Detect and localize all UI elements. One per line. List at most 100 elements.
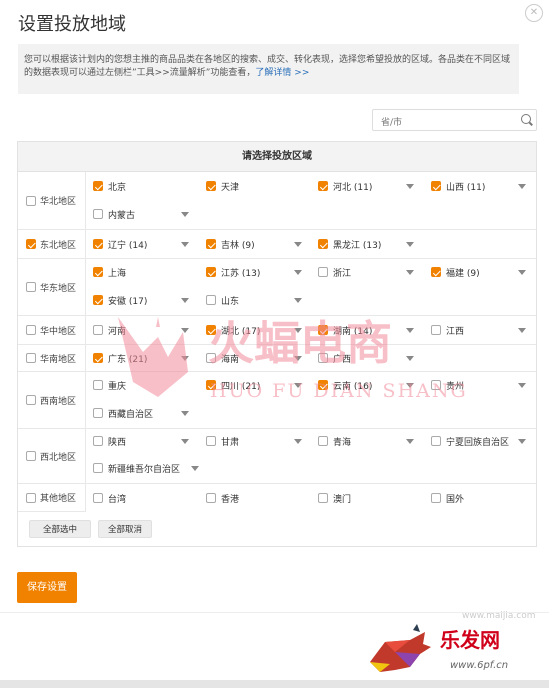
province-checkbox[interactable] (206, 325, 216, 335)
province-checkbox[interactable] (318, 267, 328, 277)
province-checkbox[interactable] (318, 493, 328, 503)
chevron-down-icon[interactable] (518, 383, 526, 388)
chevron-down-icon[interactable] (181, 298, 189, 303)
province-item[interactable]: 河北 (11) (318, 178, 423, 194)
province-item[interactable]: 云南 (16) (318, 377, 423, 393)
province-item[interactable]: 青海 (318, 433, 423, 449)
province-item[interactable]: 四川 (21) (206, 377, 311, 393)
province-checkbox[interactable] (318, 181, 328, 191)
chevron-down-icon[interactable] (294, 383, 302, 388)
province-item[interactable]: 湖南 (14) (318, 322, 423, 338)
region-checkbox[interactable] (26, 451, 36, 461)
province-item[interactable]: 重庆 (93, 377, 198, 393)
chevron-down-icon[interactable] (406, 356, 414, 361)
region-northeast[interactable]: 东北地区 (18, 230, 86, 258)
chevron-down-icon[interactable] (294, 356, 302, 361)
chevron-down-icon[interactable] (181, 242, 189, 247)
province-item[interactable]: 浙江 (318, 264, 423, 280)
province-checkbox[interactable] (431, 325, 441, 335)
province-checkbox[interactable] (206, 353, 216, 363)
chevron-down-icon[interactable] (181, 328, 189, 333)
province-checkbox[interactable] (93, 380, 103, 390)
province-item[interactable]: 北京 (93, 178, 198, 194)
province-checkbox[interactable] (206, 295, 216, 305)
region-north-china[interactable]: 华北地区 (18, 172, 86, 229)
province-checkbox[interactable] (206, 239, 216, 249)
province-item[interactable]: 安徽 (17) (93, 292, 198, 308)
search-icon[interactable] (521, 114, 531, 124)
chevron-down-icon[interactable] (518, 328, 526, 333)
region-other[interactable]: 其他地区 (18, 484, 86, 512)
province-item[interactable]: 贵州 (431, 377, 536, 393)
province-checkbox[interactable] (206, 493, 216, 503)
region-south-china[interactable]: 华南地区 (18, 345, 86, 371)
province-checkbox[interactable] (206, 181, 216, 191)
province-item[interactable]: 甘肃 (206, 433, 311, 449)
province-checkbox[interactable] (93, 436, 103, 446)
chevron-down-icon[interactable] (406, 328, 414, 333)
region-checkbox[interactable] (26, 325, 36, 335)
chevron-down-icon[interactable] (294, 242, 302, 247)
search-input[interactable] (379, 113, 513, 133)
region-checkbox[interactable] (26, 239, 36, 249)
province-item[interactable]: 福建 (9) (431, 264, 536, 280)
province-checkbox[interactable] (93, 295, 103, 305)
province-checkbox[interactable] (93, 353, 103, 363)
province-checkbox[interactable] (431, 267, 441, 277)
province-item[interactable]: 广西 (318, 350, 423, 366)
chevron-down-icon[interactable] (181, 439, 189, 444)
province-checkbox[interactable] (93, 493, 103, 503)
chevron-down-icon[interactable] (518, 270, 526, 275)
province-checkbox[interactable] (93, 267, 103, 277)
chevron-down-icon[interactable] (181, 411, 189, 416)
chevron-down-icon[interactable] (294, 298, 302, 303)
learn-more-link[interactable]: 了解详情 >> (255, 68, 309, 78)
chevron-down-icon[interactable] (406, 270, 414, 275)
province-checkbox[interactable] (93, 239, 103, 249)
region-checkbox[interactable] (26, 353, 36, 363)
province-item[interactable]: 国外 (431, 490, 536, 506)
province-checkbox[interactable] (206, 267, 216, 277)
province-item[interactable]: 辽宁 (14) (93, 236, 198, 252)
chevron-down-icon[interactable] (294, 328, 302, 333)
region-southwest[interactable]: 西南地区 (18, 372, 86, 428)
province-checkbox[interactable] (431, 181, 441, 191)
province-checkbox[interactable] (318, 436, 328, 446)
chevron-down-icon[interactable] (518, 439, 526, 444)
province-checkbox[interactable] (318, 380, 328, 390)
region-checkbox[interactable] (26, 492, 36, 503)
deselect-all-button[interactable]: 全部取消 (98, 520, 152, 538)
province-item[interactable]: 江西 (431, 322, 536, 338)
province-checkbox[interactable] (318, 239, 328, 249)
chevron-down-icon[interactable] (406, 383, 414, 388)
province-item[interactable]: 黑龙江 (13) (318, 236, 423, 252)
chevron-down-icon[interactable] (518, 184, 526, 189)
region-central-china[interactable]: 华中地区 (18, 316, 86, 344)
close-icon[interactable]: ✕ (525, 4, 543, 22)
province-item[interactable]: 天津 (206, 178, 311, 194)
province-item[interactable]: 台湾 (93, 490, 198, 506)
province-item[interactable]: 广东 (21) (93, 350, 198, 366)
chevron-down-icon[interactable] (181, 356, 189, 361)
province-checkbox[interactable] (93, 209, 103, 219)
province-item[interactable]: 内蒙古 (93, 206, 198, 222)
province-item[interactable]: 宁夏回族自治区 (431, 433, 536, 449)
province-item[interactable]: 江苏 (13) (206, 264, 311, 280)
province-item[interactable]: 新疆维吾尔自治区 (93, 460, 203, 476)
chevron-down-icon[interactable] (406, 439, 414, 444)
province-item[interactable]: 海南 (206, 350, 311, 366)
province-checkbox[interactable] (431, 493, 441, 503)
chevron-down-icon[interactable] (406, 184, 414, 189)
region-northwest[interactable]: 西北地区 (18, 429, 86, 483)
chevron-down-icon[interactable] (294, 439, 302, 444)
province-item[interactable]: 吉林 (9) (206, 236, 311, 252)
province-item[interactable]: 河南 (93, 322, 198, 338)
chevron-down-icon[interactable] (181, 212, 189, 217)
province-checkbox[interactable] (93, 463, 103, 473)
chevron-down-icon[interactable] (191, 466, 199, 471)
province-checkbox[interactable] (318, 353, 328, 363)
region-checkbox[interactable] (26, 282, 36, 292)
province-checkbox[interactable] (431, 436, 441, 446)
region-east-china[interactable]: 华东地区 (18, 259, 86, 315)
province-item[interactable]: 香港 (206, 490, 311, 506)
